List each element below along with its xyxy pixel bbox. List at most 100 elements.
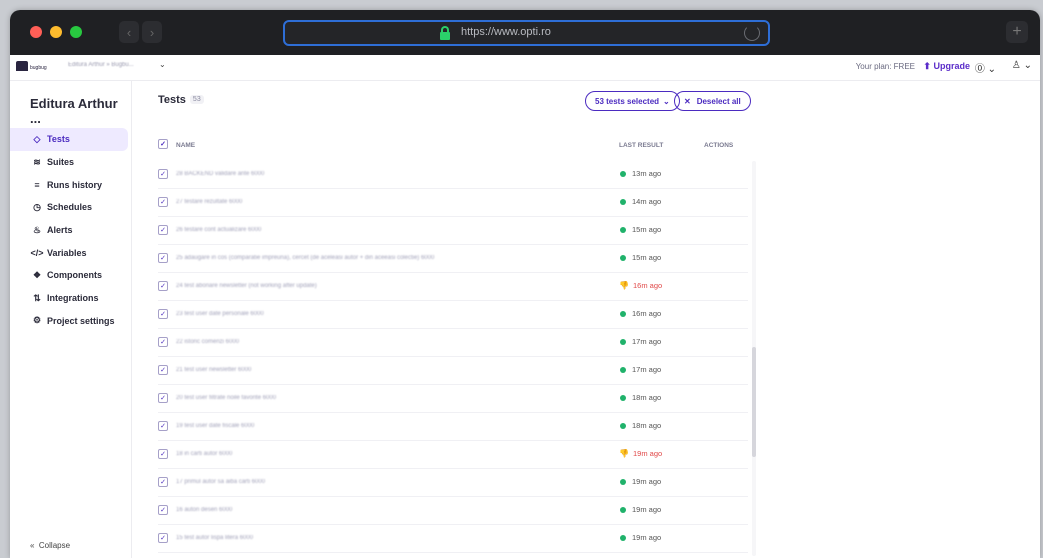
table-row[interactable]: ✓ 26 testare cont actualizare 6000 15m ago: [158, 217, 748, 245]
row-checkbox[interactable]: ✓: [158, 169, 168, 179]
table-row[interactable]: ✓ 22 istoric comenzi 6000 17m ago: [158, 329, 748, 357]
scrollbar[interactable]: [752, 161, 756, 556]
last-result[interactable]: 15m ago: [619, 253, 661, 262]
collapse-button[interactable]: « Collapse: [30, 541, 70, 550]
back-button[interactable]: ‹: [119, 21, 139, 43]
row-checkbox[interactable]: ✓: [158, 281, 168, 291]
deselect-all-button[interactable]: ✕ Deselect all: [674, 91, 751, 111]
sidebar-item-components[interactable]: ❖ Components: [10, 264, 128, 287]
table-row[interactable]: ✓ 18 in carti autor 6000 👎 19m ago: [158, 441, 748, 469]
test-name[interactable]: 26 testare cont actualizare 6000: [176, 227, 261, 233]
reload-icon[interactable]: [744, 25, 760, 41]
bugbug-logo[interactable]: bugbug: [16, 61, 47, 71]
table-row[interactable]: ✓ 28 BACKEND validare ante 6000 13m ago: [158, 161, 748, 189]
table-row[interactable]: ✓ 16 autori desen 6000 19m ago: [158, 497, 748, 525]
row-checkbox[interactable]: ✓: [158, 197, 168, 207]
tests-selected-dropdown[interactable]: 53 tests selected ⌄: [585, 91, 680, 111]
table-row[interactable]: ✓ 15 test autor lispa litera 6000 19m ago: [158, 525, 748, 553]
sidebar-item-runs-history[interactable]: ≡ Runs history: [10, 173, 128, 196]
column-last-result[interactable]: LAST RESULT: [619, 142, 663, 149]
table-row[interactable]: ✓ 24 test abonare newsletter (not working…: [158, 273, 748, 301]
address-bar[interactable]: https://www.opti.ro: [283, 20, 770, 46]
test-name[interactable]: 24 test abonare newsletter (not working …: [176, 283, 317, 289]
table-row[interactable]: ✓ 21 test user newsletter 6000 17m ago: [158, 357, 748, 385]
table-row[interactable]: ✓ 27 testare rezultate 6000 14m ago: [158, 189, 748, 217]
column-name[interactable]: NAME: [176, 142, 195, 149]
last-result[interactable]: 13m ago: [619, 169, 661, 178]
test-name[interactable]: 20 test user filtrate noile favorite 600…: [176, 395, 276, 401]
row-checkbox[interactable]: ✓: [158, 225, 168, 235]
help-menu-icon[interactable]: ⓪ ⌄: [975, 60, 996, 75]
forward-button[interactable]: ›: [142, 21, 162, 43]
sidebar-item-integrations[interactable]: ⇅ Integrations: [10, 287, 128, 310]
last-result-time: 15m ago: [632, 225, 662, 234]
row-checkbox[interactable]: ✓: [158, 393, 168, 403]
thumbs-down-icon: 👎: [619, 449, 629, 458]
last-result[interactable]: 👎 16m ago: [619, 281, 662, 290]
test-name[interactable]: 25 adaugare in cos (comparatie impreuna)…: [176, 255, 434, 261]
test-name[interactable]: 17 primul autor sa aiba carti 6000: [176, 479, 265, 485]
status-passed-icon: [620, 478, 626, 485]
test-name[interactable]: 18 in carti autor 6000: [176, 451, 232, 457]
sidebar-item-alerts[interactable]: ♨ Alerts: [10, 219, 128, 242]
test-name[interactable]: 28 BACKEND validare ante 6000: [176, 171, 264, 177]
project-selector[interactable]: Editura Arthur » Bugbu...: [68, 62, 134, 68]
last-result-time: 19m ago: [632, 505, 662, 514]
scrollbar-thumb[interactable]: [752, 347, 756, 457]
user-menu-icon[interactable]: ♙ ⌄: [1012, 60, 1032, 71]
last-result[interactable]: 18m ago: [619, 421, 661, 430]
sidebar-item-suites[interactable]: ≋ Suites: [10, 151, 128, 174]
last-result-time: 18m ago: [632, 393, 662, 402]
test-name[interactable]: 21 test user newsletter 6000: [176, 367, 251, 373]
upgrade-link[interactable]: ⬆ Upgrade: [923, 61, 970, 72]
last-result[interactable]: 👎 19m ago: [619, 449, 662, 458]
row-checkbox[interactable]: ✓: [158, 505, 168, 515]
row-checkbox[interactable]: ✓: [158, 337, 168, 347]
row-checkbox[interactable]: ✓: [158, 421, 168, 431]
test-name[interactable]: 16 autori desen 6000: [176, 507, 232, 513]
history-nav: ‹ ›: [119, 21, 162, 43]
last-result[interactable]: 19m ago: [619, 477, 661, 486]
row-checkbox[interactable]: ✓: [158, 449, 168, 459]
chevron-down-icon[interactable]: ⌄: [159, 60, 166, 69]
lock-icon: [440, 26, 450, 40]
last-result-time: 16m ago: [633, 281, 663, 290]
sidebar-item-schedules[interactable]: ◷ Schedules: [10, 196, 128, 219]
last-result[interactable]: 17m ago: [619, 365, 661, 374]
row-checkbox[interactable]: ✓: [158, 365, 168, 375]
test-name[interactable]: 22 istoric comenzi 6000: [176, 339, 239, 345]
test-name[interactable]: 23 test user date personale 6000: [176, 311, 264, 317]
sidebar-item-tests[interactable]: ◇ Tests: [10, 128, 128, 151]
last-result[interactable]: 19m ago: [619, 533, 661, 542]
last-result[interactable]: 19m ago: [619, 505, 661, 514]
close-window-button[interactable]: [30, 26, 42, 38]
row-checkbox[interactable]: ✓: [158, 533, 168, 543]
maximize-window-button[interactable]: [70, 26, 82, 38]
row-checkbox[interactable]: ✓: [158, 309, 168, 319]
test-name[interactable]: 19 test user date fiscale 6000: [176, 423, 254, 429]
minimize-window-button[interactable]: [50, 26, 62, 38]
browser-chrome: ‹ › https://www.opti.ro +: [10, 10, 1040, 55]
table-row[interactable]: ✓ 17 primul autor sa aiba carti 6000 19m a…: [158, 469, 748, 497]
test-name[interactable]: 15 test autor lispa litera 6000: [176, 535, 253, 541]
row-checkbox[interactable]: ✓: [158, 477, 168, 487]
last-result[interactable]: 17m ago: [619, 337, 661, 346]
sidebar-item-project-settings[interactable]: ⚙ Project settings: [10, 310, 128, 333]
sidebar-item-variables[interactable]: </> Variables: [10, 241, 128, 264]
new-tab-button[interactable]: +: [1006, 21, 1028, 43]
table-row[interactable]: ✓ 23 test user date personale 6000 16m ago: [158, 301, 748, 329]
table-row[interactable]: ✓ 25 adaugare in cos (comparatie impreuna…: [158, 245, 748, 273]
table-row[interactable]: ✓ 20 test user filtrate noile favorite 60…: [158, 385, 748, 413]
table-row[interactable]: ✓ 19 test user date fiscale 6000 18m ago: [158, 413, 748, 441]
last-result[interactable]: 15m ago: [619, 225, 661, 234]
last-result[interactable]: 18m ago: [619, 393, 661, 402]
list-icon: ≡: [34, 179, 40, 190]
last-result[interactable]: 14m ago: [619, 197, 661, 206]
last-result[interactable]: 16m ago: [619, 309, 661, 318]
url-text[interactable]: https://www.opti.ro: [461, 26, 551, 38]
select-all-checkbox[interactable]: ✓: [158, 139, 168, 149]
status-passed-icon: [620, 170, 626, 177]
last-result-time: 18m ago: [632, 421, 662, 430]
row-checkbox[interactable]: ✓: [158, 253, 168, 263]
test-name[interactable]: 27 testare rezultate 6000: [176, 199, 242, 205]
